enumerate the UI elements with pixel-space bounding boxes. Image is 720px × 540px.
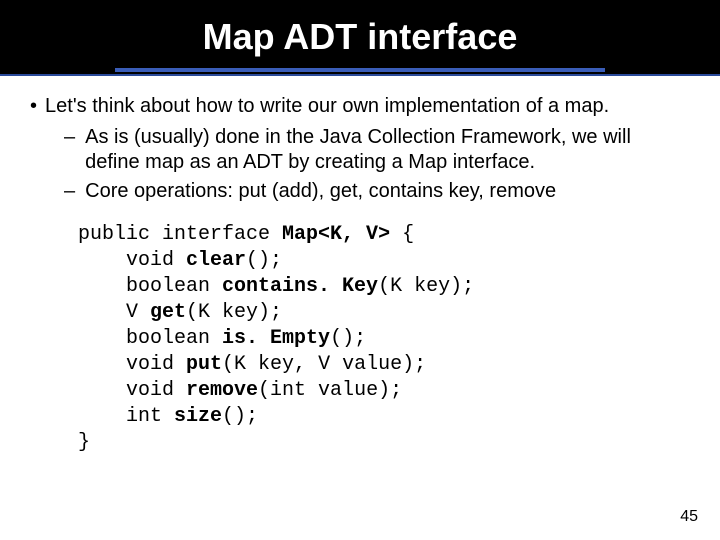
code-bold: Map<K, V> bbox=[282, 223, 390, 246]
title-underline bbox=[115, 68, 605, 72]
code-bold: size bbox=[174, 405, 222, 428]
code-bold: is. Empty bbox=[222, 327, 330, 350]
bullet-sub-text: As is (usually) done in the Java Collect… bbox=[85, 125, 690, 175]
code-bold: remove bbox=[186, 379, 258, 402]
title-bar: Map ADT interface bbox=[0, 0, 720, 76]
bullet-sub: – Core operations: put (add), get, conta… bbox=[64, 179, 690, 204]
code-text: (K key); bbox=[378, 275, 474, 298]
code-text: } bbox=[78, 431, 90, 454]
code-bold: clear bbox=[186, 249, 246, 272]
bullet-main: • Let's think about how to write our own… bbox=[30, 94, 690, 119]
code-text: public interface bbox=[78, 223, 282, 246]
code-block: public interface Map<K, V> { void clear(… bbox=[78, 222, 690, 456]
code-bold: get bbox=[150, 301, 186, 324]
code-text: void bbox=[78, 379, 186, 402]
code-text: { bbox=[390, 223, 414, 246]
code-text: void bbox=[78, 353, 186, 376]
code-text: int bbox=[78, 405, 174, 428]
slide-title: Map ADT interface bbox=[203, 16, 518, 58]
bullet-sub: – As is (usually) done in the Java Colle… bbox=[64, 125, 690, 175]
bullet-dash-icon: – bbox=[64, 125, 85, 175]
code-text: (); bbox=[330, 327, 366, 350]
code-text: (); bbox=[222, 405, 258, 428]
code-text: (K key, V value); bbox=[222, 353, 426, 376]
code-bold: put bbox=[186, 353, 222, 376]
code-text: void bbox=[78, 249, 186, 272]
bullet-dash-icon: – bbox=[64, 179, 85, 204]
code-text: (int value); bbox=[258, 379, 402, 402]
code-bold: contains. Key bbox=[222, 275, 378, 298]
code-text: V bbox=[78, 301, 150, 324]
bullet-sub-text: Core operations: put (add), get, contain… bbox=[85, 179, 556, 204]
sub-bullet-list: – As is (usually) done in the Java Colle… bbox=[64, 125, 690, 204]
code-text: boolean bbox=[78, 327, 222, 350]
code-text: boolean bbox=[78, 275, 222, 298]
bullet-main-text: Let's think about how to write our own i… bbox=[45, 94, 609, 119]
code-text: (K key); bbox=[186, 301, 282, 324]
bullet-dot-icon: • bbox=[30, 94, 45, 119]
code-text: (); bbox=[246, 249, 282, 272]
content-area: • Let's think about how to write our own… bbox=[0, 76, 720, 456]
page-number: 45 bbox=[680, 508, 698, 526]
